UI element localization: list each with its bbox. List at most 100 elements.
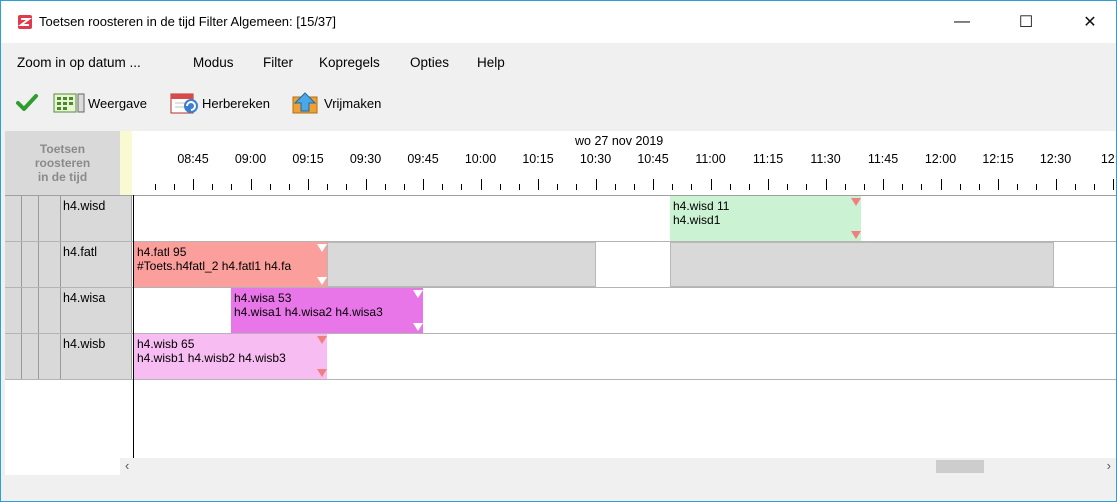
- bar-title: h4.wisb 65: [137, 337, 195, 351]
- maximize-button[interactable]: ☐: [1003, 1, 1049, 43]
- major-tick: [653, 179, 654, 190]
- close-button[interactable]: ✕: [1067, 1, 1113, 43]
- row-divider: [5, 287, 1116, 288]
- herbereken-button[interactable]: Herbereken: [169, 91, 270, 115]
- row-label: h4.wisa: [63, 291, 106, 305]
- test-bar-wisd[interactable]: h4.wisd 11 h4.wisd1: [670, 196, 861, 241]
- toolbar: Weergave Herbereken Vrijmaken: [1, 83, 1116, 125]
- minor-tick: [155, 184, 156, 190]
- major-tick: [826, 179, 827, 190]
- major-tick: [768, 179, 769, 190]
- menu-opties[interactable]: Opties: [410, 55, 449, 70]
- minor-tick: [749, 184, 750, 190]
- header-divider: [5, 195, 1116, 196]
- unavailable-block: [670, 242, 1054, 287]
- corner-line-1: Toetsen: [39, 142, 86, 156]
- minor-tick: [289, 184, 290, 190]
- major-tick: [366, 179, 367, 190]
- time-label: 12:15: [982, 152, 1014, 166]
- scroll-right-icon[interactable]: ›: [1107, 458, 1111, 473]
- menu-help[interactable]: Help: [477, 55, 505, 70]
- test-bar-wisb[interactable]: h4.wisb 65 h4.wisb1 h4.wisb2 h4.wisb3: [134, 334, 327, 379]
- weergave-label: Weergave: [88, 95, 148, 111]
- bar-marker-icon: [317, 244, 327, 252]
- scroll-left-icon[interactable]: ‹: [125, 458, 129, 473]
- major-tick: [423, 179, 424, 190]
- vrijmaken-button[interactable]: Vrijmaken: [291, 91, 381, 115]
- row-header-wisd[interactable]: h4.wisd: [5, 196, 132, 241]
- major-tick: [883, 179, 884, 190]
- major-tick: [1113, 179, 1114, 190]
- minor-tick: [1075, 184, 1076, 190]
- bar-marker-icon: [851, 231, 861, 239]
- bar-detail: h4.wisb1 h4.wisb2 h4.wisb3: [137, 351, 286, 365]
- row-label: h4.fatl: [63, 245, 98, 259]
- close-icon: ✕: [1083, 14, 1097, 31]
- minor-tick: [557, 184, 558, 190]
- time-label: 10:45: [637, 152, 669, 166]
- scroll-thumb[interactable]: [936, 460, 984, 473]
- row-label: h4.wisb: [63, 337, 106, 351]
- minor-tick: [1094, 184, 1095, 190]
- minor-tick: [231, 184, 232, 190]
- minor-tick: [921, 184, 922, 190]
- test-bar-fatl[interactable]: h4.fatl 95 #Toets.h4fatl_2 h4.fatl1 h4.f…: [134, 242, 327, 287]
- menu-filter[interactable]: Filter: [263, 55, 293, 70]
- minor-tick: [691, 184, 692, 190]
- weergave-button[interactable]: Weergave: [53, 91, 147, 115]
- current-time-line: [133, 195, 134, 471]
- minor-tick: [902, 184, 903, 190]
- minor-tick: [634, 184, 635, 190]
- major-tick: [941, 179, 942, 190]
- minor-tick: [615, 184, 616, 190]
- time-label: 09:00: [234, 152, 267, 166]
- minor-tick: [442, 184, 443, 190]
- grid-view-icon: [53, 93, 85, 113]
- minor-tick: [500, 184, 501, 190]
- time-label: 12:4: [1100, 152, 1116, 166]
- minimize-button[interactable]: —: [939, 1, 985, 43]
- menu-bar: Zoom in op datum ... Modus Filter Kopreg…: [1, 43, 1116, 83]
- row-header-wisa[interactable]: h4.wisa: [5, 288, 132, 333]
- unavailable-block: [327, 242, 596, 287]
- minor-tick: [461, 184, 462, 190]
- bar-marker-icon: [413, 290, 423, 298]
- bar-marker-icon: [317, 277, 327, 285]
- menu-zoom[interactable]: Zoom in op datum ...: [17, 55, 141, 70]
- minor-tick: [845, 184, 846, 190]
- minor-tick: [270, 184, 271, 190]
- bar-detail: #Toets.h4fatl_2 h4.fatl1 h4.fa: [137, 259, 292, 273]
- menu-kopregels[interactable]: Kopregels: [319, 55, 380, 70]
- window-title: Toetsen roosteren in de tijd Filter Alge…: [39, 14, 337, 29]
- time-label: 10:30: [579, 152, 612, 166]
- time-label: 09:30: [349, 152, 382, 166]
- schedule-grid: Toetsen roosteren in de tijd wo 27 nov 2…: [5, 131, 1116, 501]
- menu-modus[interactable]: Modus: [193, 55, 234, 70]
- minor-tick: [960, 184, 961, 190]
- time-label: 08:45: [177, 152, 209, 166]
- time-label: 09:45: [407, 152, 439, 166]
- major-tick: [538, 179, 539, 190]
- app-icon: [18, 15, 32, 29]
- row-header-fatl[interactable]: h4.fatl: [5, 242, 132, 287]
- minor-tick: [385, 184, 386, 190]
- horizontal-scrollbar[interactable]: ‹ ›: [120, 458, 1116, 475]
- major-tick: [998, 179, 999, 190]
- corner-strip: [120, 131, 132, 195]
- minor-tick: [730, 184, 731, 190]
- maximize-icon: ☐: [1018, 14, 1034, 31]
- bar-detail: h4.wisd1: [673, 213, 721, 227]
- major-tick: [193, 179, 194, 190]
- check-icon: [16, 94, 38, 111]
- confirm-button[interactable]: [15, 91, 39, 115]
- row-header-wisb[interactable]: h4.wisb: [5, 334, 132, 379]
- time-label: 11:00: [695, 152, 726, 166]
- herbereken-label: Herbereken: [202, 95, 270, 111]
- time-label: 12:30: [1039, 152, 1072, 166]
- minor-tick: [346, 184, 347, 190]
- minor-tick: [519, 184, 520, 190]
- vrijmaken-label: Vrijmaken: [324, 95, 382, 111]
- status-area: [5, 475, 1116, 501]
- row-divider: [5, 379, 1116, 380]
- test-bar-wisa[interactable]: h4.wisa 53 h4.wisa1 h4.wisa2 h4.wisa3: [231, 288, 423, 333]
